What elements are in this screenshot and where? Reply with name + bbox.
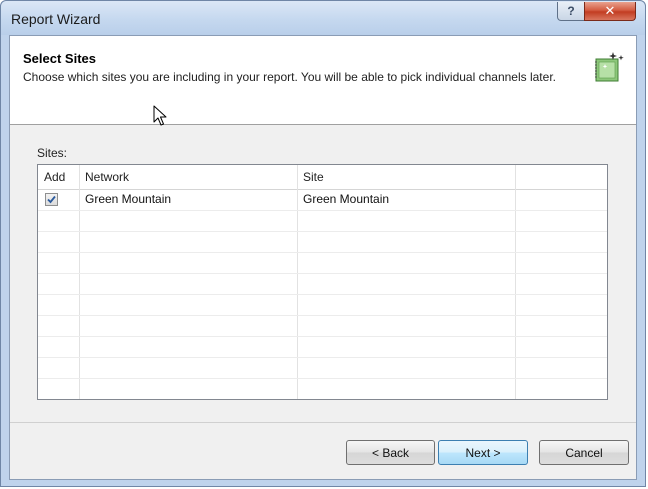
column-header-add[interactable]: Add xyxy=(38,165,79,189)
network-cell: Green Mountain xyxy=(85,192,172,206)
page-description: Choose which sites you are including in … xyxy=(23,70,556,84)
site-cell: Green Mountain xyxy=(303,192,390,206)
empty-row xyxy=(38,315,607,337)
report-wizard-window: Report Wizard ? ✕ Select Sites Choose wh… xyxy=(0,0,646,487)
empty-row xyxy=(38,273,607,295)
title-bar[interactable]: Report Wizard ? ✕ xyxy=(1,1,645,35)
wizard-header: Select Sites Choose which sites you are … xyxy=(10,36,636,126)
empty-row xyxy=(38,210,607,232)
wizard-content: Select Sites Choose which sites you are … xyxy=(9,35,637,480)
sites-label: Sites: xyxy=(37,146,68,160)
footer-divider xyxy=(10,422,636,423)
grid-header: Add Network Site xyxy=(38,165,607,190)
empty-row xyxy=(38,294,607,316)
checkmark-icon xyxy=(47,195,56,204)
mouse-cursor-icon xyxy=(153,105,167,126)
wizard-sparkle-icon xyxy=(595,52,624,82)
help-button[interactable]: ? xyxy=(557,2,585,21)
column-header-empty[interactable] xyxy=(515,165,607,189)
sites-grid[interactable]: Add Network Site Green Mountain Green Mo… xyxy=(37,164,608,400)
column-header-site[interactable]: Site xyxy=(297,165,515,189)
help-icon: ? xyxy=(567,4,575,18)
window-title: Report Wizard xyxy=(11,11,101,27)
column-header-network[interactable]: Network xyxy=(79,165,297,189)
add-checkbox[interactable] xyxy=(45,193,58,206)
close-icon: ✕ xyxy=(604,3,616,18)
back-button[interactable]: < Back xyxy=(346,440,435,465)
empty-row xyxy=(38,336,607,358)
empty-row xyxy=(38,252,607,274)
page-title: Select Sites xyxy=(23,51,96,66)
empty-row xyxy=(38,231,607,253)
close-button[interactable]: ✕ xyxy=(584,2,636,21)
cancel-button[interactable]: Cancel xyxy=(539,440,629,465)
next-button[interactable]: Next > xyxy=(438,440,528,465)
table-row[interactable]: Green Mountain Green Mountain xyxy=(38,189,607,211)
empty-row xyxy=(38,357,607,379)
